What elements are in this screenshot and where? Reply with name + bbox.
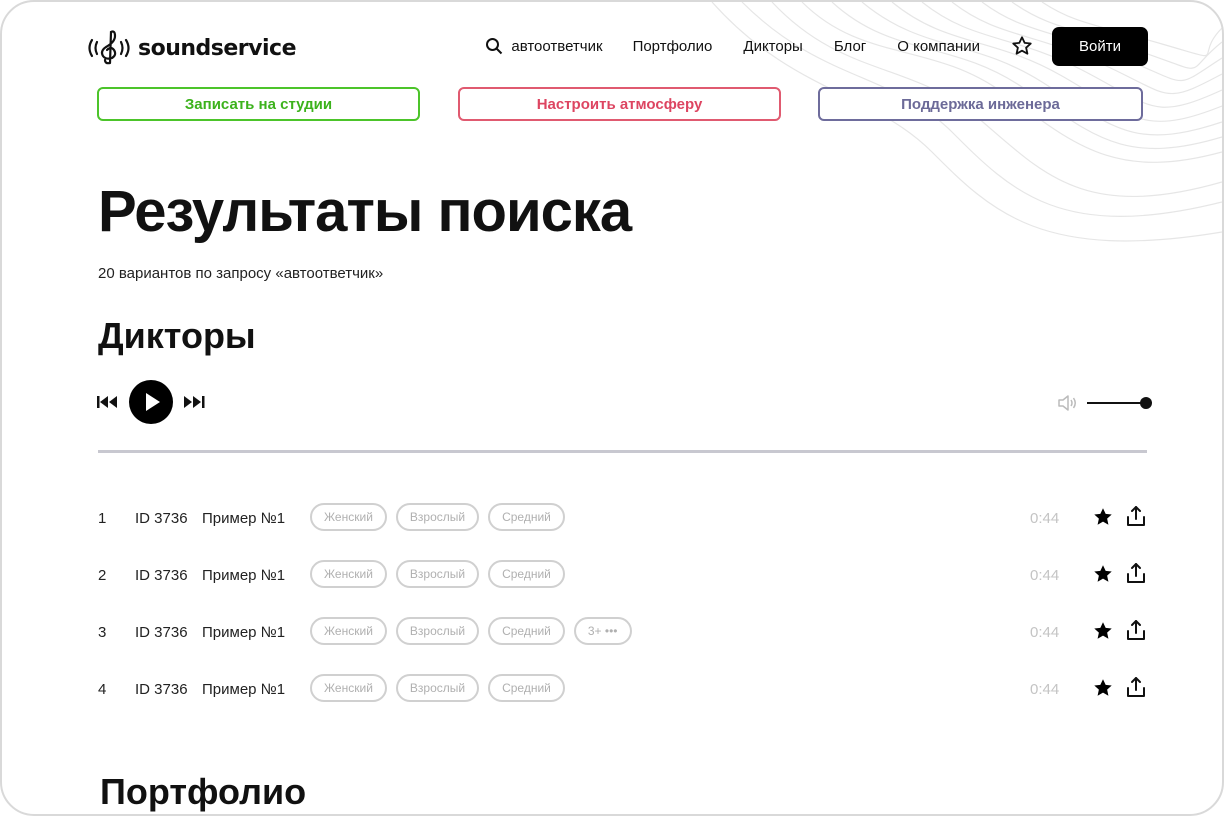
- track-row[interactable]: 3 ID 3736 Пример №1 Женский Взрослый Средний 3…: [98, 616, 1148, 673]
- track-tag[interactable]: Средний: [488, 674, 565, 702]
- favorites-star-icon[interactable]: [1011, 35, 1033, 57]
- favorite-star-icon[interactable]: [1092, 677, 1114, 704]
- share-icon[interactable]: [1126, 505, 1146, 532]
- record-studio-button[interactable]: Записать на студии: [97, 87, 420, 121]
- track-number: 3: [98, 624, 107, 641]
- share-icon[interactable]: [1126, 562, 1146, 589]
- track-duration: 0:44: [1030, 567, 1060, 584]
- track-duration: 0:44: [1030, 681, 1060, 698]
- favorite-star-icon[interactable]: [1092, 506, 1114, 533]
- track-tag[interactable]: Взрослый: [395, 503, 480, 531]
- track-tags: Женский Взрослый Средний: [310, 674, 565, 702]
- track-row[interactable]: 1 ID 3736 Пример №1 Женский Взрослый Средний 0…: [98, 502, 1148, 559]
- top-nav: автоответчик Портфолио Дикторы Блог О ко…: [485, 26, 1148, 66]
- volume-control: [1057, 393, 1152, 413]
- track-list: 1 ID 3736 Пример №1 Женский Взрослый Средний 0…: [98, 502, 1148, 730]
- track-tag[interactable]: Средний: [488, 503, 565, 531]
- track-number: 2: [98, 567, 107, 584]
- track-row[interactable]: 4 ID 3736 Пример №1 Женский Взрослый Средний 0…: [98, 673, 1148, 730]
- track-id: ID 3736: [135, 624, 188, 641]
- audio-player: [97, 380, 1152, 429]
- login-button[interactable]: Войти: [1052, 26, 1148, 66]
- track-tag[interactable]: Взрослый: [395, 560, 480, 588]
- search-query-text: автоответчик: [511, 37, 603, 55]
- track-tags: Женский Взрослый Средний: [310, 560, 565, 588]
- track-number: 1: [98, 510, 107, 527]
- treble-clef-logo-icon: [88, 30, 130, 65]
- track-tags: Женский Взрослый Средний 3+ •••: [310, 617, 632, 645]
- more-tags-badge[interactable]: 3+ •••: [573, 617, 632, 645]
- volume-slider[interactable]: [1087, 397, 1152, 409]
- track-duration: 0:44: [1030, 510, 1060, 527]
- share-icon[interactable]: [1126, 619, 1146, 646]
- track-name[interactable]: Пример №1: [202, 567, 285, 584]
- track-tag[interactable]: Женский: [310, 674, 387, 702]
- section-divider: [98, 450, 1147, 453]
- section-title-speakers: Дикторы: [98, 315, 256, 356]
- share-icon[interactable]: [1126, 676, 1146, 703]
- results-count: 20 вариантов по запросу «автоответчик»: [98, 265, 384, 282]
- search-icon: [486, 38, 503, 55]
- track-duration: 0:44: [1030, 624, 1060, 641]
- track-row[interactable]: 2 ID 3736 Пример №1 Женский Взрослый Средний 0…: [98, 559, 1148, 616]
- track-tag[interactable]: Женский: [310, 503, 387, 531]
- nav-speakers[interactable]: Дикторы: [743, 38, 802, 55]
- volume-slider-handle[interactable]: [1140, 397, 1152, 409]
- track-name[interactable]: Пример №1: [202, 681, 285, 698]
- fast-forward-icon[interactable]: [183, 394, 205, 415]
- volume-icon[interactable]: [1057, 393, 1079, 413]
- logo-text: soundservice: [138, 35, 297, 61]
- header: soundservice автоответчик Портфолио Дикт…: [84, 26, 1148, 68]
- play-icon[interactable]: [129, 380, 173, 429]
- track-id: ID 3736: [135, 681, 188, 698]
- nav-about[interactable]: О компании: [897, 38, 980, 55]
- nav-blog[interactable]: Блог: [834, 38, 866, 55]
- track-name[interactable]: Пример №1: [202, 624, 285, 641]
- track-tag[interactable]: Взрослый: [395, 617, 480, 645]
- page-frame: soundservice автоответчик Портфолио Дикт…: [0, 0, 1224, 816]
- track-tag[interactable]: Женский: [310, 617, 387, 645]
- nav-portfolio[interactable]: Портфолио: [633, 38, 713, 55]
- track-tags: Женский Взрослый Средний: [310, 503, 565, 531]
- engineer-support-button[interactable]: Поддержка инженера: [818, 87, 1143, 121]
- favorite-star-icon[interactable]: [1092, 563, 1114, 590]
- logo[interactable]: soundservice: [84, 28, 297, 68]
- page-title: Результаты поиска: [98, 179, 632, 244]
- track-tag[interactable]: Средний: [488, 617, 565, 645]
- rewind-icon[interactable]: [97, 394, 119, 415]
- track-number: 4: [98, 681, 107, 698]
- track-tag[interactable]: Средний: [488, 560, 565, 588]
- nav-search[interactable]: автоответчик: [485, 37, 603, 55]
- cta-row: Записать на студии Настроить атмосферу П…: [97, 87, 1147, 125]
- track-name[interactable]: Пример №1: [202, 510, 285, 527]
- favorite-star-icon[interactable]: [1092, 620, 1114, 647]
- section-title-portfolio: Портфолио: [100, 771, 307, 812]
- track-tag[interactable]: Женский: [310, 560, 387, 588]
- track-id: ID 3736: [135, 567, 188, 584]
- track-tag[interactable]: Взрослый: [395, 674, 480, 702]
- atmosphere-button[interactable]: Настроить атмосферу: [458, 87, 781, 121]
- track-id: ID 3736: [135, 510, 188, 527]
